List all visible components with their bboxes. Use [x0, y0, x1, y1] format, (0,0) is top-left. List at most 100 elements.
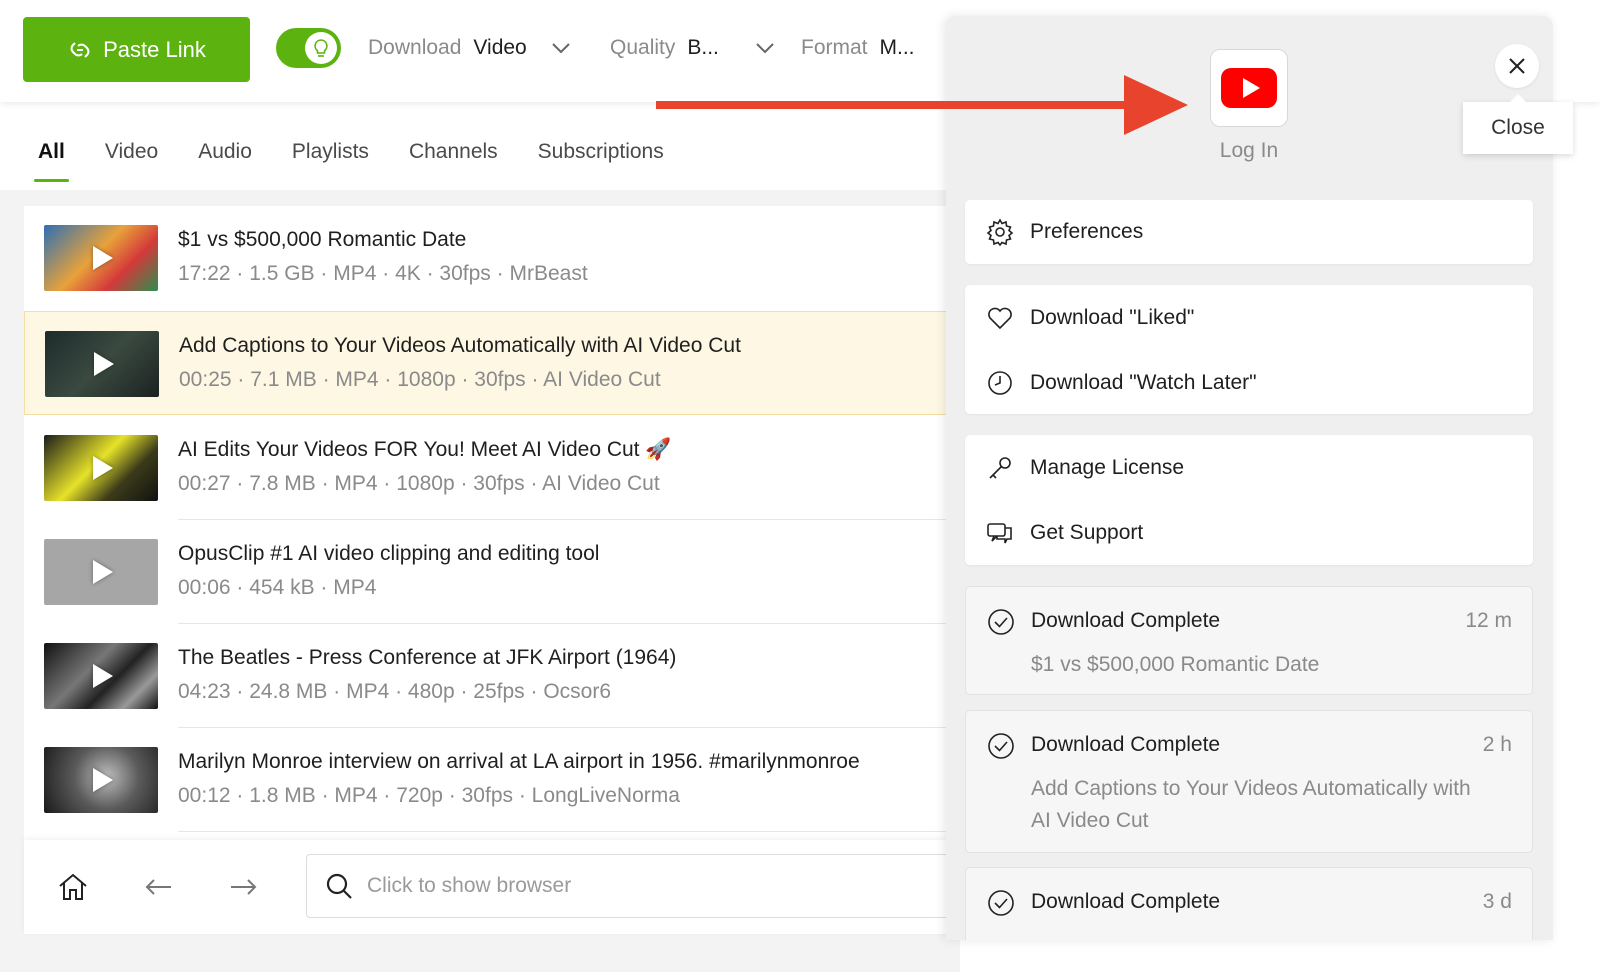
media-title: AI Edits Your Videos FOR You! Meet AI Vi…: [178, 438, 672, 461]
notification-item[interactable]: Download Complete 2 h Add Captions to Yo…: [965, 710, 1533, 853]
media-list: $1 vs $500,000 Romantic Date 17:22 · 1.5 …: [24, 206, 960, 934]
menu-item-manage-license[interactable]: Manage License: [965, 436, 1533, 500]
notification-subtitle: $1 vs $500,000 Romantic Date: [1031, 653, 1320, 676]
media-meta: 17:22 · 1.5 GB · MP4 · 4K · 30fps · MrBe…: [178, 262, 588, 285]
media-meta: 04:23 · 24.8 MB · MP4 · 480p · 25fps · O…: [178, 680, 612, 703]
notification-title: Download Complete: [1031, 609, 1221, 632]
check-circle-icon: [988, 890, 1014, 916]
play-icon: [94, 352, 114, 376]
notification-title: Download Complete: [1031, 733, 1221, 756]
format-label: Format: [801, 36, 868, 59]
video-thumbnail: [44, 747, 158, 813]
media-meta: 00:27 · 7.8 MB · MP4 · 1080p · 30fps · A…: [178, 472, 660, 495]
close-icon: [1509, 58, 1525, 74]
format-dropdown[interactable]: Format M...: [801, 36, 915, 60]
clock-icon: [988, 371, 1012, 395]
media-row[interactable]: AI Edits Your Videos FOR You! Meet AI Vi…: [24, 416, 960, 520]
lightbulb-icon: [314, 39, 328, 57]
media-title: $1 vs $500,000 Romantic Date: [178, 228, 467, 251]
search-icon: [326, 873, 352, 899]
media-meta: 00:12 · 1.8 MB · MP4 · 720p · 30fps · Lo…: [178, 784, 680, 807]
video-thumbnail: [44, 225, 158, 291]
notification-item[interactable]: Download Complete 12 m $1 vs $500,000 Ro…: [965, 586, 1533, 695]
notification-subtitle: Add Captions to Your Videos Automaticall…: [1031, 777, 1471, 832]
menu-item-download-liked[interactable]: Download "Liked": [965, 286, 1533, 350]
download-type-value: Video: [473, 36, 527, 59]
media-title: The Beatles - Press Conference at JFK Ai…: [178, 646, 677, 669]
link-icon: [70, 41, 90, 58]
paste-link-label: Paste Link: [103, 36, 206, 62]
format-value: M...: [879, 36, 915, 59]
video-thumbnail: [45, 331, 159, 397]
close-button[interactable]: [1495, 44, 1539, 88]
heart-icon: [988, 307, 1012, 330]
gear-icon: [986, 218, 1014, 247]
toggle-knob: [305, 32, 337, 64]
play-icon: [93, 664, 113, 688]
paste-link-button[interactable]: Paste Link: [23, 17, 250, 82]
home-icon[interactable]: [56, 870, 90, 904]
quality-value: B...: [687, 36, 719, 59]
video-thumbnail: [44, 643, 158, 709]
account-panel: Log In Preferences Download "Liked" Down…: [946, 16, 1553, 940]
menu-item-get-support[interactable]: Get Support: [965, 501, 1533, 565]
menu-item-preferences[interactable]: Preferences: [965, 200, 1533, 264]
menu-item-label: Download "Liked": [1030, 306, 1195, 329]
tab-all[interactable]: All: [34, 140, 69, 182]
play-icon: [93, 246, 113, 270]
chat-bubbles-icon: [987, 523, 1012, 544]
download-type-label: Download: [368, 36, 462, 59]
media-row[interactable]: OpusClip #1 AI video clipping and editin…: [24, 520, 960, 624]
notification-item[interactable]: Download Complete 3 d: [965, 867, 1533, 940]
play-icon: [93, 560, 113, 584]
chevron-down-icon: [756, 43, 774, 54]
menu-item-label: Download "Watch Later": [1030, 371, 1257, 394]
youtube-login-button[interactable]: [1210, 49, 1288, 127]
tab-channels[interactable]: Channels: [409, 140, 498, 182]
media-row[interactable]: Marilyn Monroe interview on arrival at L…: [24, 728, 960, 832]
notification-title: Download Complete: [1031, 890, 1221, 913]
notification-time: 3 d: [1482, 890, 1512, 913]
media-row[interactable]: The Beatles - Press Conference at JFK Ai…: [24, 624, 960, 728]
tab-video[interactable]: Video: [105, 140, 158, 182]
annotation-arrow: [656, 75, 1188, 135]
tab-subscriptions[interactable]: Subscriptions: [538, 140, 664, 182]
play-icon: [93, 768, 113, 792]
quality-label: Quality: [610, 36, 676, 59]
notification-time: 12 m: [1465, 609, 1512, 632]
play-icon: [93, 456, 113, 480]
browser-search-field[interactable]: [306, 854, 966, 918]
notification-time: 2 h: [1482, 733, 1512, 756]
license-support-card: Manage License Get Support: [965, 435, 1533, 565]
media-meta: 00:06 · 454 kB · MP4: [178, 576, 377, 599]
media-meta: 00:25 · 7.1 MB · MP4 · 1080p · 30fps · A…: [179, 368, 661, 391]
browser-search-input[interactable]: [367, 874, 927, 898]
media-title: Add Captions to Your Videos Automaticall…: [179, 334, 741, 357]
menu-item-download-watch-later[interactable]: Download "Watch Later": [965, 351, 1533, 415]
video-thumbnail: [44, 435, 158, 501]
download-lists-card: Download "Liked" Download "Watch Later": [965, 285, 1533, 414]
preferences-card: Preferences: [965, 200, 1533, 264]
video-thumbnail: [44, 539, 158, 605]
key-icon: [989, 457, 1011, 479]
browser-bar: [24, 840, 966, 934]
menu-item-label: Get Support: [1030, 521, 1144, 544]
back-arrow-icon[interactable]: [142, 870, 176, 904]
smart-mode-toggle[interactable]: [276, 28, 341, 68]
menu-item-label: Manage License: [1030, 456, 1185, 479]
login-label: Log In: [1219, 139, 1279, 162]
tab-playlists[interactable]: Playlists: [292, 140, 369, 182]
menu-item-label: Preferences: [1030, 220, 1144, 243]
forward-arrow-icon[interactable]: [226, 870, 260, 904]
category-tabs: All Video Audio Playlists Channels Subsc…: [34, 140, 704, 182]
media-title: Marilyn Monroe interview on arrival at L…: [178, 750, 860, 773]
download-type-dropdown[interactable]: Download Video: [368, 36, 571, 60]
check-circle-icon: [988, 609, 1014, 635]
row-divider: [178, 831, 960, 832]
media-row-selected[interactable]: Add Captions to Your Videos Automaticall…: [24, 311, 960, 415]
tab-audio[interactable]: Audio: [198, 140, 252, 182]
chevron-down-icon: [552, 43, 570, 54]
quality-dropdown[interactable]: Quality B...: [610, 36, 775, 60]
youtube-icon: [1221, 68, 1277, 108]
media-row[interactable]: $1 vs $500,000 Romantic Date 17:22 · 1.5 …: [24, 206, 960, 310]
